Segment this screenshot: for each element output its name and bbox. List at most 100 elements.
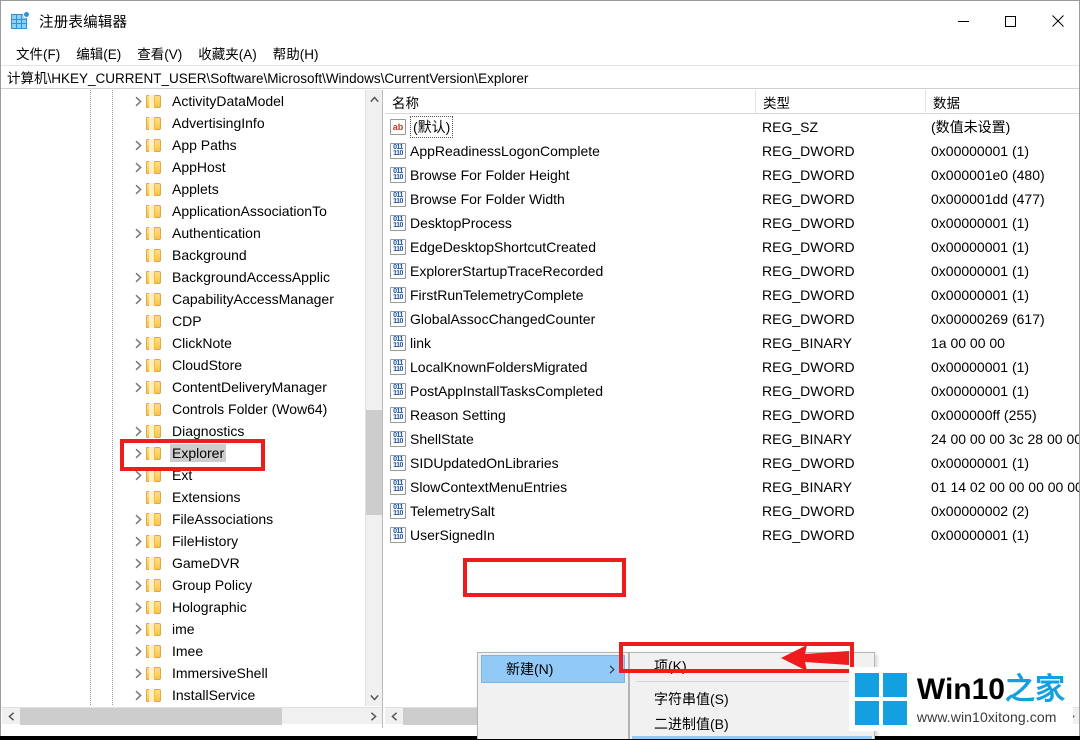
chevron-right-icon[interactable] bbox=[130, 508, 146, 530]
tree-item-background[interactable]: Background bbox=[2, 244, 365, 266]
chevron-right-icon[interactable] bbox=[130, 640, 146, 662]
tree-item-fileassociations[interactable]: FileAssociations bbox=[2, 508, 365, 530]
tree-item-gamedvr[interactable]: GameDVR bbox=[2, 552, 365, 574]
chevron-right-icon[interactable] bbox=[130, 420, 146, 442]
tree-scroll-down-arrow[interactable] bbox=[366, 688, 383, 706]
tree-item-controls-folder-wow64[interactable]: Controls Folder (Wow64) bbox=[2, 398, 365, 420]
value-row[interactable]: 011110AppReadinessLogonCompleteREG_DWORD… bbox=[385, 139, 1080, 163]
menu-view[interactable]: 查看(V) bbox=[129, 41, 190, 66]
tree-hscrollbar-thumb[interactable] bbox=[20, 708, 282, 725]
registry-tree[interactable]: ActivityDataModelAdvertisingInfoApp Path… bbox=[2, 90, 365, 706]
tree-horizontal-scrollbar[interactable] bbox=[2, 707, 382, 724]
tree-item-imee[interactable]: Imee bbox=[2, 640, 365, 662]
value-row[interactable]: 011110SIDUpdatedOnLibrariesREG_DWORD0x00… bbox=[385, 451, 1080, 475]
value-row[interactable]: 011110Reason SettingREG_DWORD0x000000ff … bbox=[385, 403, 1080, 427]
context-submenu-item[interactable]: 字符串值(S) bbox=[632, 686, 872, 711]
chevron-right-icon[interactable] bbox=[130, 266, 146, 288]
tree-scroll-left-arrow[interactable] bbox=[2, 708, 20, 725]
tree-scroll-up-arrow[interactable] bbox=[366, 90, 383, 108]
tree-scroll-right-arrow[interactable] bbox=[364, 708, 382, 725]
value-row[interactable]: 011110Browse For Folder HeightREG_DWORD0… bbox=[385, 163, 1080, 187]
registry-values-list[interactable]: ab(默认)REG_SZ(数值未设置)011110AppReadinessLog… bbox=[385, 115, 1080, 706]
tree-item-applets[interactable]: Applets bbox=[2, 178, 365, 200]
tree-indent bbox=[2, 618, 130, 640]
chevron-right-icon[interactable] bbox=[130, 552, 146, 574]
tree-scrollbar-thumb[interactable] bbox=[366, 410, 383, 515]
minimize-button[interactable] bbox=[940, 1, 987, 41]
tree-item-cdp[interactable]: CDP bbox=[2, 310, 365, 332]
tree-item-explorer[interactable]: Explorer bbox=[2, 442, 365, 464]
maximize-button[interactable] bbox=[987, 1, 1034, 41]
chevron-right-icon[interactable] bbox=[130, 222, 146, 244]
tree-item-immersiveshell[interactable]: ImmersiveShell bbox=[2, 662, 365, 684]
value-row[interactable]: 011110DesktopProcessREG_DWORD0x00000001 … bbox=[385, 211, 1080, 235]
tree-item-applicationassociationto[interactable]: ApplicationAssociationTo bbox=[2, 200, 365, 222]
tree-indent bbox=[2, 508, 130, 530]
value-row[interactable]: 011110EdgeDesktopShortcutCreatedREG_DWOR… bbox=[385, 235, 1080, 259]
value-row[interactable]: 011110LocalKnownFoldersMigratedREG_DWORD… bbox=[385, 355, 1080, 379]
tree-item-cloudstore[interactable]: CloudStore bbox=[2, 354, 365, 376]
chevron-right-icon[interactable] bbox=[130, 530, 146, 552]
value-row[interactable]: 011110TelemetrySaltREG_DWORD0x00000002 (… bbox=[385, 499, 1080, 523]
close-button[interactable] bbox=[1034, 1, 1080, 41]
context-menu[interactable]: 新建(N) bbox=[477, 652, 629, 740]
tree-item-filehistory[interactable]: FileHistory bbox=[2, 530, 365, 552]
context-submenu-item[interactable]: 二进制值(B) bbox=[632, 711, 872, 736]
chevron-right-icon[interactable] bbox=[130, 156, 146, 178]
tree-item-contentdeliverymanager[interactable]: ContentDeliveryManager bbox=[2, 376, 365, 398]
chevron-right-icon[interactable] bbox=[130, 178, 146, 200]
tree-item-activitydatamodel[interactable]: ActivityDataModel bbox=[2, 90, 365, 112]
chevron-right-icon[interactable] bbox=[130, 618, 146, 640]
chevron-right-icon[interactable] bbox=[130, 376, 146, 398]
value-row[interactable]: 011110GlobalAssocChangedCounterREG_DWORD… bbox=[385, 307, 1080, 331]
context-submenu-item[interactable]: 项(K) bbox=[632, 653, 872, 678]
tree-item-apphost[interactable]: AppHost bbox=[2, 156, 365, 178]
value-row[interactable]: 011110Browse For Folder WidthREG_DWORD0x… bbox=[385, 187, 1080, 211]
tree-item-ime[interactable]: ime bbox=[2, 618, 365, 640]
tree-vertical-scrollbar[interactable] bbox=[365, 90, 382, 706]
values-scroll-left-arrow[interactable] bbox=[385, 708, 403, 725]
folder-icon bbox=[146, 178, 166, 200]
value-row[interactable]: ab(默认)REG_SZ(数值未设置) bbox=[385, 115, 1080, 139]
tree-item-installservice[interactable]: InstallService bbox=[2, 684, 365, 706]
chevron-right-icon[interactable] bbox=[130, 596, 146, 618]
chevron-right-icon[interactable] bbox=[130, 574, 146, 596]
value-row[interactable]: 011110ExplorerStartupTraceRecordedREG_DW… bbox=[385, 259, 1080, 283]
menu-help[interactable]: 帮助(H) bbox=[265, 41, 327, 66]
context-menu-item-new[interactable]: 新建(N) bbox=[481, 655, 625, 683]
value-row[interactable]: 011110linkREG_BINARY1a 00 00 00 bbox=[385, 331, 1080, 355]
chevron-right-icon[interactable] bbox=[130, 662, 146, 684]
tree-item-diagnostics[interactable]: Diagnostics bbox=[2, 420, 365, 442]
menu-file[interactable]: 文件(F) bbox=[8, 41, 68, 66]
chevron-right-icon[interactable] bbox=[130, 684, 146, 706]
value-row[interactable]: 011110UserSignedInREG_DWORD0x00000001 (1… bbox=[385, 523, 1080, 547]
chevron-right-icon[interactable] bbox=[130, 90, 146, 112]
tree-indent bbox=[2, 442, 130, 464]
chevron-right-icon[interactable] bbox=[130, 354, 146, 376]
tree-item-group-policy[interactable]: Group Policy bbox=[2, 574, 365, 596]
value-row[interactable]: 011110PostAppInstallTasksCompletedREG_DW… bbox=[385, 379, 1080, 403]
menu-edit[interactable]: 编辑(E) bbox=[68, 41, 129, 66]
menu-favorites[interactable]: 收藏夹(A) bbox=[190, 41, 265, 66]
chevron-right-icon[interactable] bbox=[130, 134, 146, 156]
tree-item-advertisinginfo[interactable]: AdvertisingInfo bbox=[2, 112, 365, 134]
tree-item-ext[interactable]: Ext bbox=[2, 464, 365, 486]
tree-item-clicknote[interactable]: ClickNote bbox=[2, 332, 365, 354]
value-row[interactable]: 011110SlowContextMenuEntriesREG_BINARY01… bbox=[385, 475, 1080, 499]
chevron-right-icon[interactable] bbox=[130, 464, 146, 486]
tree-item-extensions[interactable]: Extensions bbox=[2, 486, 365, 508]
context-submenu[interactable]: 项(K)字符串值(S)二进制值(B)DWORD (32 位)值(D)QWORD … bbox=[629, 652, 875, 740]
tree-item-app-paths[interactable]: App Paths bbox=[2, 134, 365, 156]
chevron-right-icon[interactable] bbox=[130, 332, 146, 354]
tree-item-backgroundaccessapplic[interactable]: BackgroundAccessApplic bbox=[2, 266, 365, 288]
dword-value-icon: 011110 bbox=[390, 143, 406, 159]
value-row[interactable]: 011110ShellStateREG_BINARY24 00 00 00 3c… bbox=[385, 427, 1080, 451]
value-row[interactable]: 011110FirstRunTelemetryCompleteREG_DWORD… bbox=[385, 283, 1080, 307]
tree-item-capabilityaccessmanager[interactable]: CapabilityAccessManager bbox=[2, 288, 365, 310]
tree-item-authentication[interactable]: Authentication bbox=[2, 222, 365, 244]
registry-path-bar[interactable]: 计算机\HKEY_CURRENT_USER\Software\Microsoft… bbox=[1, 65, 1080, 89]
dword-value-icon: 011110 bbox=[390, 287, 406, 303]
chevron-right-icon[interactable] bbox=[130, 288, 146, 310]
chevron-right-icon[interactable] bbox=[130, 442, 146, 464]
tree-item-holographic[interactable]: Holographic bbox=[2, 596, 365, 618]
